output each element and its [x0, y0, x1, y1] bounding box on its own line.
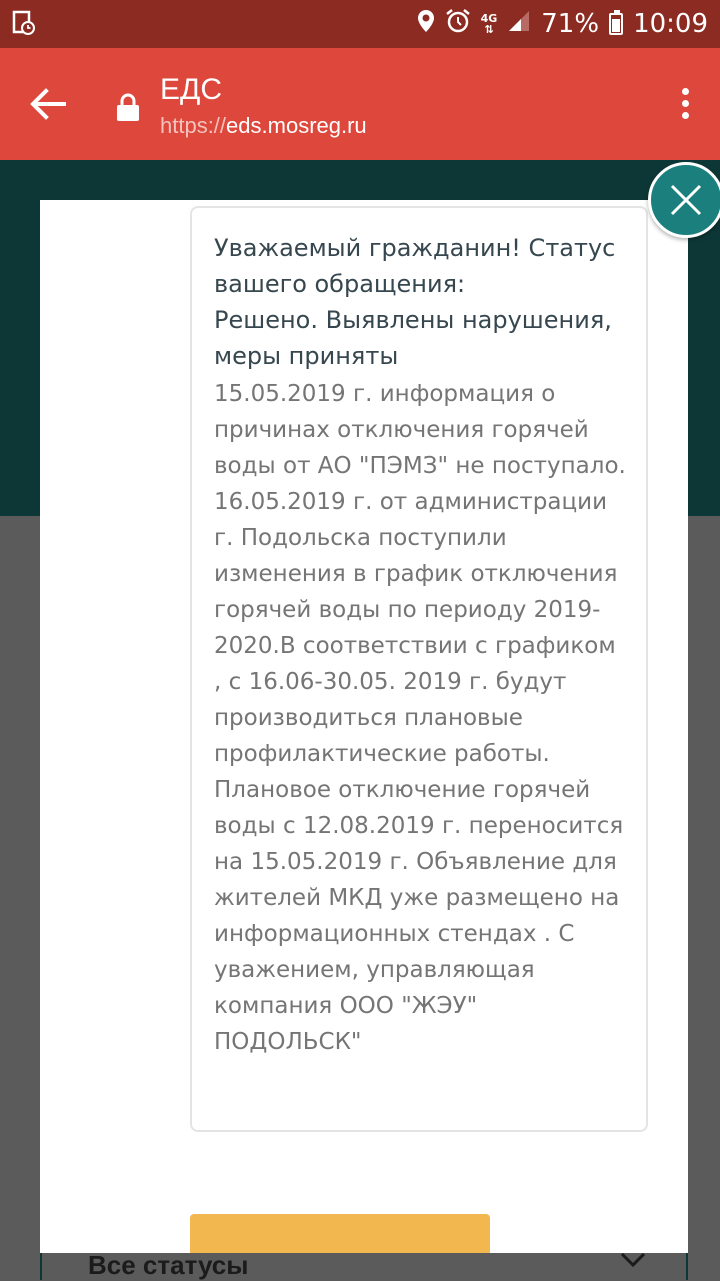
- chevron-down-icon: [620, 1252, 646, 1268]
- close-button[interactable]: [648, 162, 720, 238]
- status-bar: 4G ⇅ 71% 10:09: [0, 0, 720, 48]
- lock-icon: [116, 92, 140, 122]
- page-url[interactable]: https://eds.mosreg.ru: [160, 112, 367, 140]
- back-arrow-icon[interactable]: [28, 86, 68, 122]
- location-icon: [417, 9, 435, 40]
- status-filter-label: Все статусы: [88, 1250, 249, 1280]
- status-message: 15.05.2019 г. информация о причинах откл…: [214, 381, 626, 1055]
- screenshot-icon: [12, 10, 36, 36]
- status-heading: Уважаемый гражданин! Статус вашего обращ…: [214, 234, 616, 370]
- browser-app-bar: ЕДС https://eds.mosreg.ru: [0, 48, 720, 160]
- clock: 10:09: [633, 9, 708, 39]
- alarm-icon: [445, 8, 471, 41]
- page-title: ЕДС: [160, 73, 222, 106]
- signal-icon: [507, 9, 531, 40]
- battery-percent: 71%: [541, 9, 600, 39]
- battery-icon: [609, 10, 624, 35]
- status-card: Уважаемый гражданин! Статус вашего обращ…: [190, 206, 648, 1132]
- network-4g-icon: 4G ⇅: [480, 12, 498, 36]
- status-modal: Уважаемый гражданин! Статус вашего обращ…: [40, 200, 688, 1253]
- modal-action-button[interactable]: [190, 1214, 490, 1253]
- close-icon: [670, 184, 702, 216]
- url-host: eds.mosreg.ru: [226, 113, 367, 138]
- url-scheme: https://: [160, 113, 227, 138]
- more-vert-icon[interactable]: [680, 88, 690, 122]
